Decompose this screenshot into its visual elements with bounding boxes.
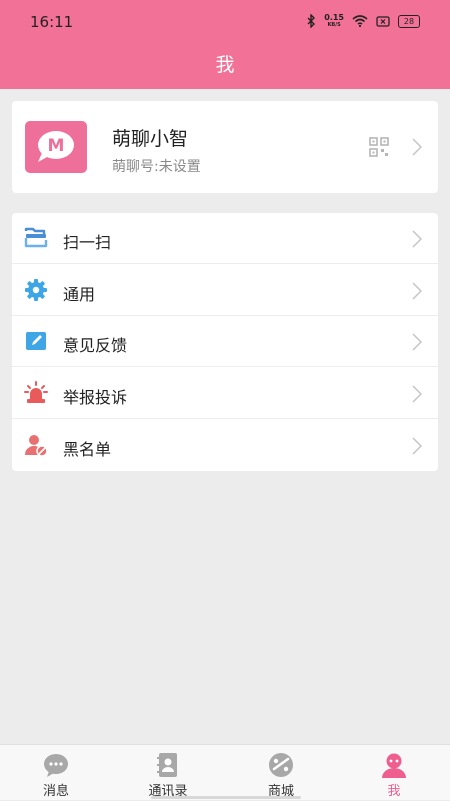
status-time: 16:11 (30, 13, 74, 31)
menu-item-label: 举报投诉 (63, 388, 128, 407)
home-indicator (151, 796, 301, 799)
avatar: M (25, 121, 87, 173)
chevron-right-icon (412, 437, 422, 455)
app-logo-icon: M (38, 131, 74, 162)
menu-card: 扫一扫 通用 意见反馈 举报投诉 黑名单 (12, 213, 438, 471)
scan-icon (24, 227, 48, 248)
tab-label: 我 (387, 784, 401, 799)
net-speed: 0.15 KB/S (324, 13, 344, 29)
wifi-icon (352, 15, 368, 27)
contacts-book-icon (157, 753, 177, 777)
tab-contacts[interactable]: 通讯录 (112, 745, 224, 801)
bluetooth-icon (307, 14, 316, 28)
status-icons: 0.15 KB/S 28 (307, 13, 420, 29)
chat-bubble-icon (44, 754, 68, 777)
alarm-icon (24, 381, 48, 403)
chevron-right-icon (412, 230, 422, 248)
chevron-right-icon (412, 333, 422, 351)
bottom-tab-bar: 消息 通讯录 商城 我 (0, 744, 450, 800)
menu-item-general[interactable]: 通用 (12, 265, 438, 316)
chevron-right-icon (412, 282, 422, 300)
qr-code-icon[interactable] (369, 137, 389, 157)
profile-id: 萌聊号:未设置 (112, 159, 201, 175)
chevron-right-icon (412, 385, 422, 403)
chevron-right-icon (412, 138, 422, 156)
battery-level: 28 (403, 16, 415, 26)
header-bar: 16:11 0.15 KB/S 28 我 (0, 0, 450, 89)
profile-card[interactable]: M 萌聊小智 萌聊号:未设置 (12, 101, 438, 193)
feedback-icon (26, 332, 46, 350)
tab-me[interactable]: 我 (338, 745, 450, 801)
profile-name: 萌聊小智 (112, 128, 189, 150)
tab-messages[interactable]: 消息 (0, 745, 112, 801)
menu-item-blacklist[interactable]: 黑名单 (12, 420, 438, 471)
battery-icon: 28 (398, 14, 420, 28)
menu-item-report[interactable]: 举报投诉 (12, 368, 438, 419)
page-title: 我 (215, 54, 235, 76)
menu-item-feedback[interactable]: 意见反馈 (12, 316, 438, 367)
net-speed-value: 0.15 (324, 13, 344, 22)
menu-item-label: 通用 (63, 285, 96, 304)
tab-label: 消息 (42, 784, 69, 799)
menu-item-label: 意见反馈 (63, 336, 128, 355)
avatar-letter: M (48, 136, 65, 156)
sim-icon (376, 15, 390, 27)
menu-item-label: 扫一扫 (63, 233, 112, 252)
net-speed-unit: KB/S (327, 22, 341, 28)
menu-item-scan[interactable]: 扫一扫 (12, 213, 438, 264)
tab-store[interactable]: 商城 (225, 745, 337, 801)
menu-item-label: 黑名单 (63, 440, 112, 459)
store-icon (269, 753, 293, 777)
status-bar: 16:11 0.15 KB/S 28 (0, 0, 450, 44)
gear-icon (25, 279, 47, 301)
blacklist-icon (24, 435, 48, 457)
profile-icon (382, 753, 406, 778)
